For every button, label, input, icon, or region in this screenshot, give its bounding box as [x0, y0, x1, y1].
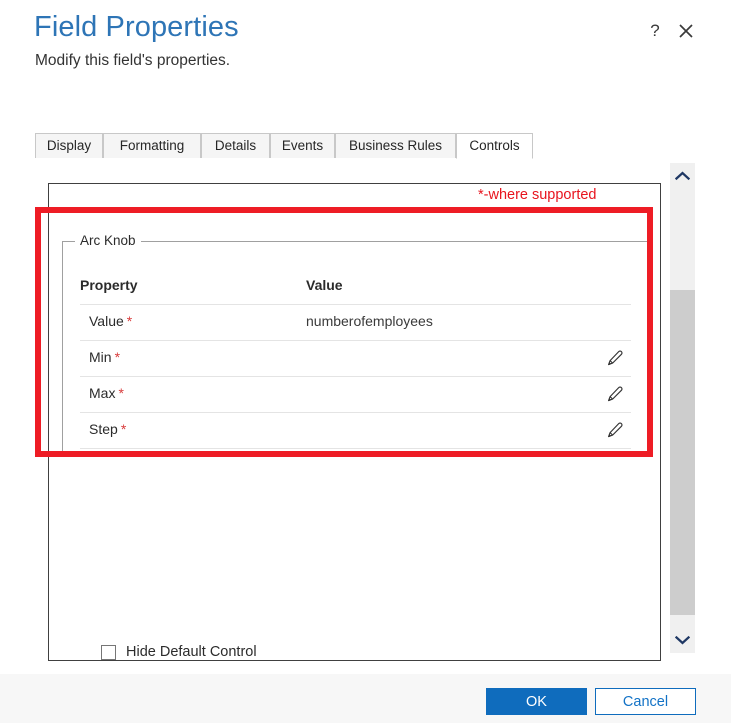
column-header-value: Value: [306, 277, 343, 293]
property-label: Step: [89, 421, 118, 437]
tab-label: Controls: [469, 138, 520, 153]
page-subtitle: Modify this field's properties.: [35, 52, 231, 69]
chevron-down-icon[interactable]: [670, 627, 695, 653]
cancel-button[interactable]: Cancel: [595, 688, 696, 715]
help-icon[interactable]: ?: [645, 20, 665, 42]
tab-label: Display: [46, 138, 92, 153]
vertical-scrollbar[interactable]: [670, 163, 695, 653]
property-value-cell: numberofemployees: [306, 313, 433, 329]
arc-knob-legend: Arc Knob: [75, 233, 141, 248]
required-marker: *: [118, 385, 124, 401]
table-row: Min *: [80, 341, 631, 377]
property-name-cell: Value *: [89, 313, 132, 329]
tab-label: Events: [281, 138, 324, 153]
tab-details[interactable]: Details: [201, 133, 270, 159]
property-table: Property Value Value * numberofemployees …: [80, 274, 631, 449]
pencil-edit-icon[interactable]: [603, 383, 627, 407]
property-name-cell: Step *: [89, 421, 126, 437]
table-row: Max *: [80, 377, 631, 413]
required-marker: *: [126, 313, 133, 329]
tab-strip: Display Formatting Details Events Busine…: [35, 133, 695, 159]
table-header-row: Property Value: [80, 274, 631, 305]
dialog-footer: OK Cancel: [0, 673, 731, 723]
tab-display[interactable]: Display: [35, 133, 103, 159]
tab-formatting[interactable]: Formatting: [103, 133, 201, 159]
table-row: Value * numberofemployees: [80, 305, 631, 341]
tab-label: Details: [214, 138, 257, 153]
scrollbar-thumb[interactable]: [670, 290, 695, 615]
arc-knob-fieldset: Arc Knob Property Value Value * numberofe…: [62, 233, 649, 456]
page-title: Field Properties: [34, 11, 239, 43]
controls-scroll-area: Arc Knob Property Value Value * numberofe…: [48, 183, 661, 661]
property-name-cell: Min *: [89, 349, 120, 365]
property-label: Max: [89, 385, 116, 401]
property-label: Min: [89, 349, 112, 365]
hide-default-control-label: Hide Default Control: [126, 644, 257, 660]
required-marker: *: [114, 349, 121, 365]
hide-default-control-row[interactable]: Hide Default Control: [101, 644, 257, 660]
tab-controls[interactable]: Controls: [456, 133, 533, 159]
tab-events[interactable]: Events: [270, 133, 335, 159]
close-icon[interactable]: [675, 20, 697, 42]
required-marker: *: [120, 421, 127, 437]
table-row: Step *: [80, 413, 631, 449]
property-name-cell: Max *: [89, 385, 124, 401]
tab-business-rules[interactable]: Business Rules: [335, 133, 456, 159]
tab-label: Formatting: [119, 138, 185, 153]
property-label: Value: [89, 313, 124, 329]
hide-default-control-checkbox[interactable]: [101, 644, 116, 660]
tab-label: Business Rules: [348, 138, 443, 153]
chevron-up-icon[interactable]: [670, 163, 695, 189]
pencil-edit-icon[interactable]: [603, 419, 627, 443]
where-supported-note: *-where supported: [478, 187, 597, 203]
pencil-edit-icon[interactable]: [603, 347, 627, 371]
dialog-header: Field Properties Modify this field's pro…: [0, 0, 731, 118]
ok-button[interactable]: OK: [486, 688, 587, 715]
column-header-property: Property: [80, 277, 138, 293]
controls-tab-panel: Arc Knob Property Value Value * numberofe…: [35, 158, 695, 661]
